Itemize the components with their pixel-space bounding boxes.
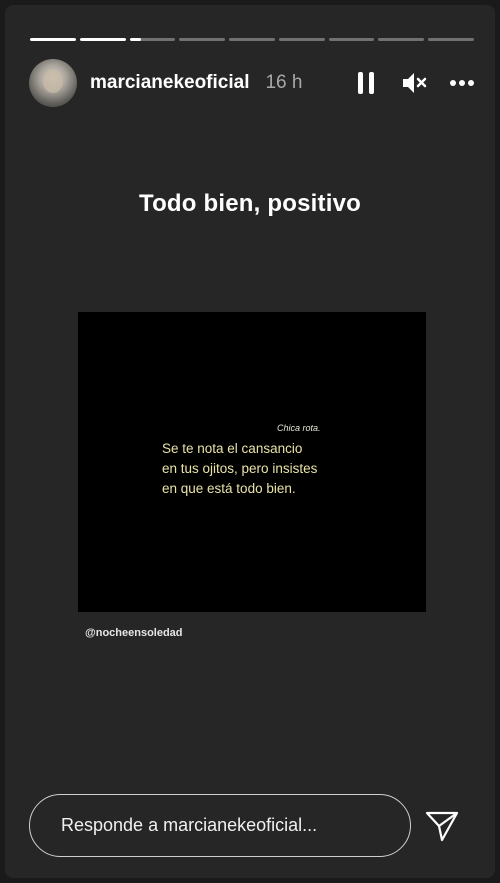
- progress-segment-fill: [129, 38, 141, 41]
- story-header: marcianekeoficial 16 h: [29, 58, 475, 108]
- image-credit: @nocheensoledad: [85, 627, 183, 639]
- quote-line: en tus ojitos, pero insistes: [162, 461, 318, 476]
- username[interactable]: marcianekeoficial: [90, 72, 249, 94]
- image-quote: Se te nota el cansancio en tus ojitos, p…: [162, 439, 382, 499]
- quote-line: en que está todo bien.: [162, 481, 296, 496]
- progress-segment: [378, 38, 425, 41]
- progress-segment: [179, 38, 226, 41]
- progress-segment: [428, 38, 475, 41]
- progress-segment: [328, 38, 375, 41]
- progress-segment-fill: [30, 38, 76, 41]
- story-image: Chica rota. Se te nota el cansancio en t…: [78, 312, 426, 612]
- avatar[interactable]: [29, 59, 77, 107]
- image-small-caption: Chica rota.: [277, 423, 321, 433]
- reply-input[interactable]: Responde a marcianekeoficial...: [29, 794, 411, 857]
- send-icon: [425, 811, 459, 842]
- story-progress-bar: [30, 38, 475, 41]
- progress-segment: [129, 38, 176, 41]
- mute-button[interactable]: [401, 70, 427, 96]
- story-viewer: marcianekeoficial 16 h Todo bien, positi…: [5, 5, 495, 878]
- story-controls: [353, 70, 475, 96]
- more-options-icon: [450, 80, 474, 86]
- pause-icon: [358, 72, 374, 94]
- send-button[interactable]: [424, 808, 460, 844]
- progress-segment: [30, 38, 76, 41]
- story-heading: Todo bien, positivo: [138, 190, 361, 217]
- speaker-muted-icon: [403, 73, 427, 93]
- timestamp: 16 h: [265, 72, 303, 93]
- progress-segment: [278, 38, 325, 41]
- quote-line: Se te nota el cansancio: [162, 441, 303, 456]
- progress-segment: [229, 38, 275, 41]
- progress-segment: [79, 38, 126, 41]
- more-options-button[interactable]: [449, 70, 475, 96]
- pause-button[interactable]: [353, 70, 379, 96]
- progress-segment-fill: [79, 38, 126, 41]
